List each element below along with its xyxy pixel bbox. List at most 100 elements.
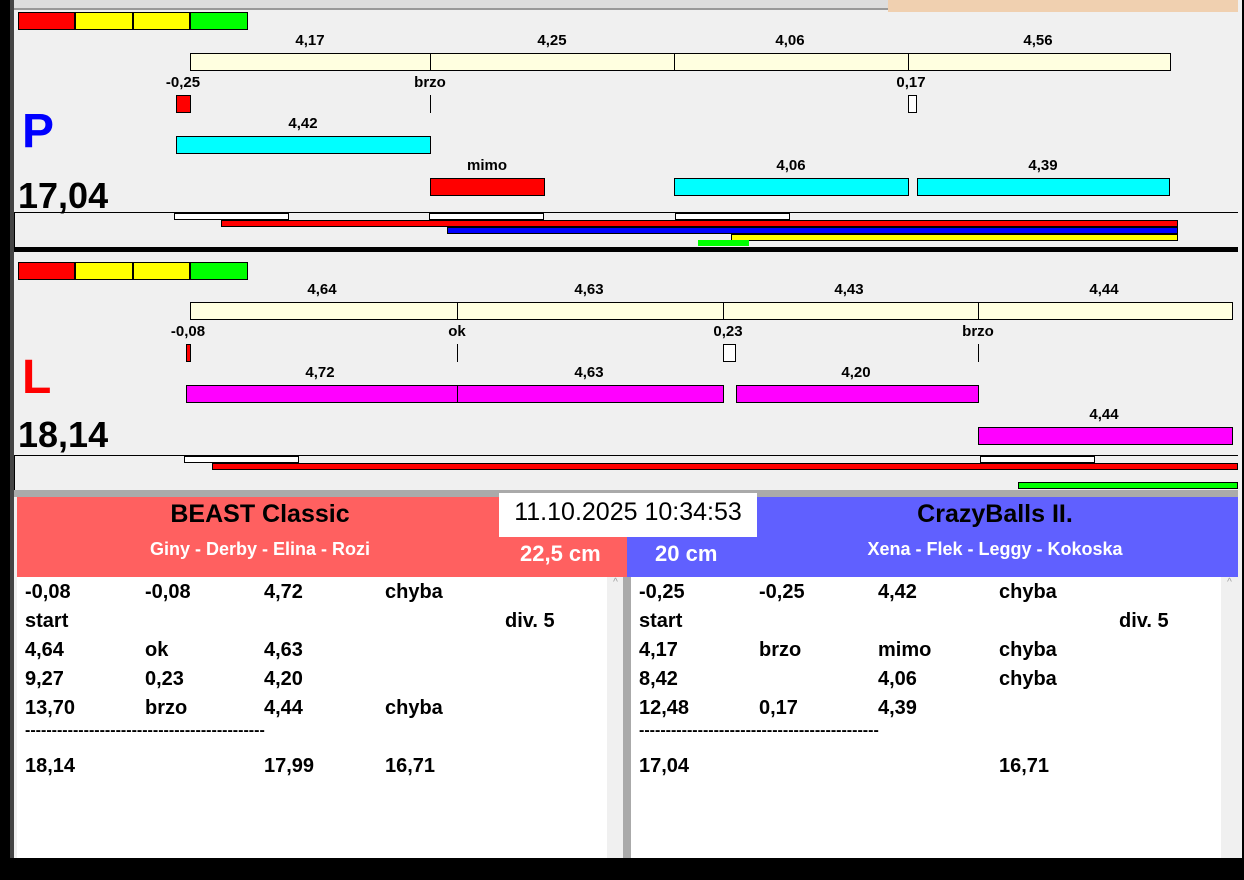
color-block-yellow — [75, 262, 133, 280]
result-cell: chyba — [999, 581, 1057, 603]
bar-label: 4,20 — [841, 364, 871, 381]
result-cell: brzo — [759, 639, 802, 661]
scroll-up-icon[interactable]: ^ — [613, 577, 618, 588]
result-cell: ok — [145, 639, 169, 661]
total-cell: 17,99 — [264, 755, 315, 777]
bar-label: 4,63 — [574, 364, 604, 381]
panel-separator — [14, 247, 1238, 252]
miss-bar — [430, 178, 545, 196]
offset-label: 0,23 — [713, 323, 743, 340]
timeline-red — [212, 463, 1238, 470]
result-cell: 0,23 — [145, 668, 184, 690]
bar-label: 4,44 — [1089, 406, 1119, 423]
timeline-yellow — [731, 234, 1178, 241]
result-cell: 4,17 — [639, 639, 678, 661]
divider-line: ----------------------------------------… — [25, 722, 265, 739]
result-cell: -0,08 — [25, 581, 71, 603]
run-bar — [176, 136, 431, 154]
result-cell: 0,17 — [759, 697, 798, 719]
result-cell: 13,70 — [25, 697, 76, 719]
right-results-list[interactable]: -0,25 -0,25 4,42 chyba start div. 5 4,17 brzo mi… — [631, 577, 1221, 858]
result-cell: -0,08 — [145, 581, 191, 603]
offset-label: ok — [448, 323, 466, 340]
timeline-window — [184, 456, 299, 463]
result-cell: chyba — [999, 668, 1057, 690]
offset-label: -0,08 — [170, 323, 206, 340]
result-cell: div. 5 — [1119, 610, 1169, 632]
run-bar — [736, 385, 979, 403]
result-cell: 4,44 — [264, 697, 303, 719]
result-cell: 4,39 — [878, 697, 917, 719]
result-cell: 12,48 — [639, 697, 690, 719]
offset-label: brzo — [414, 74, 446, 91]
bar-label: 4,39 — [1028, 157, 1058, 174]
result-cell: brzo — [145, 697, 188, 719]
color-block-red — [18, 12, 75, 30]
timeline-window — [429, 213, 544, 220]
run-bar — [457, 385, 724, 403]
offset-label: 0,17 — [896, 74, 926, 91]
offset-tick — [430, 95, 431, 113]
segment-label: 4,06 — [775, 32, 805, 49]
total-cell: 16,71 — [999, 755, 1050, 777]
result-cell: -0,25 — [759, 581, 805, 603]
offset-marker — [723, 344, 736, 362]
offset-marker — [176, 95, 191, 113]
color-block-green — [190, 262, 248, 280]
timeline-red — [221, 220, 1178, 227]
result-cell: chyba — [385, 697, 443, 719]
left-scrollbar[interactable]: ^ — [607, 577, 624, 858]
team-distance: 22,5 cm — [520, 541, 601, 566]
bar-label: 4,72 — [305, 364, 335, 381]
panel-total: 17,04 — [18, 175, 109, 216]
timeline-blue — [447, 227, 1178, 234]
segment-bar — [430, 53, 675, 71]
segment-bar — [457, 302, 724, 320]
run-bar — [917, 178, 1170, 196]
datetime: 11.10.2025 10:34:53 — [499, 493, 757, 537]
segment-bar — [190, 53, 431, 71]
run-bar — [674, 178, 909, 196]
result-cell: mimo — [878, 639, 932, 661]
segment-label: 4,43 — [834, 281, 864, 298]
result-cell: -0,25 — [639, 581, 685, 603]
result-cell: chyba — [999, 639, 1057, 661]
result-cell: 4,42 — [878, 581, 917, 603]
offset-marker — [908, 95, 917, 113]
segment-label: 4,56 — [1023, 32, 1053, 49]
list-gap — [623, 577, 631, 858]
team-name: CrazyBalls II. — [917, 500, 1073, 528]
segment-bar — [723, 302, 979, 320]
side-letter: L — [22, 351, 52, 404]
result-cell: start — [639, 610, 683, 632]
top-status-area — [888, 0, 1238, 12]
color-block-yellow — [133, 262, 190, 280]
segment-label: 4,17 — [295, 32, 325, 49]
bar-label: 4,42 — [288, 115, 318, 132]
segment-bar — [978, 302, 1233, 320]
color-block-green — [190, 12, 248, 30]
result-cell: 4,64 — [25, 639, 64, 661]
timeline-window — [980, 456, 1095, 463]
result-cell: div. 5 — [505, 610, 555, 632]
left-results-list[interactable]: -0,08 -0,08 4,72 chyba start div. 5 4,64 ok 4,63… — [17, 577, 607, 858]
bar-label: 4,06 — [776, 157, 806, 174]
color-block-yellow — [133, 12, 190, 30]
run-bar — [186, 385, 458, 403]
right-scrollbar[interactable]: ^ — [1221, 577, 1238, 858]
segment-label: 4,25 — [537, 32, 567, 49]
segment-bar — [908, 53, 1171, 71]
panel-total: 18,14 — [18, 414, 109, 455]
result-cell: 9,27 — [25, 668, 64, 690]
top-tab-strip[interactable] — [14, 0, 888, 10]
scroll-up-icon[interactable]: ^ — [1227, 577, 1232, 588]
offset-marker — [186, 344, 191, 362]
total-cell: 16,71 — [385, 755, 436, 777]
team-members: Xena - Flek - Leggy - Kokoska — [867, 539, 1123, 559]
offset-label: brzo — [962, 323, 994, 340]
result-cell: 4,72 — [264, 581, 303, 603]
run-bar — [978, 427, 1233, 445]
color-block-yellow — [75, 12, 133, 30]
segment-bar — [674, 53, 909, 71]
side-letter: P — [22, 105, 55, 158]
